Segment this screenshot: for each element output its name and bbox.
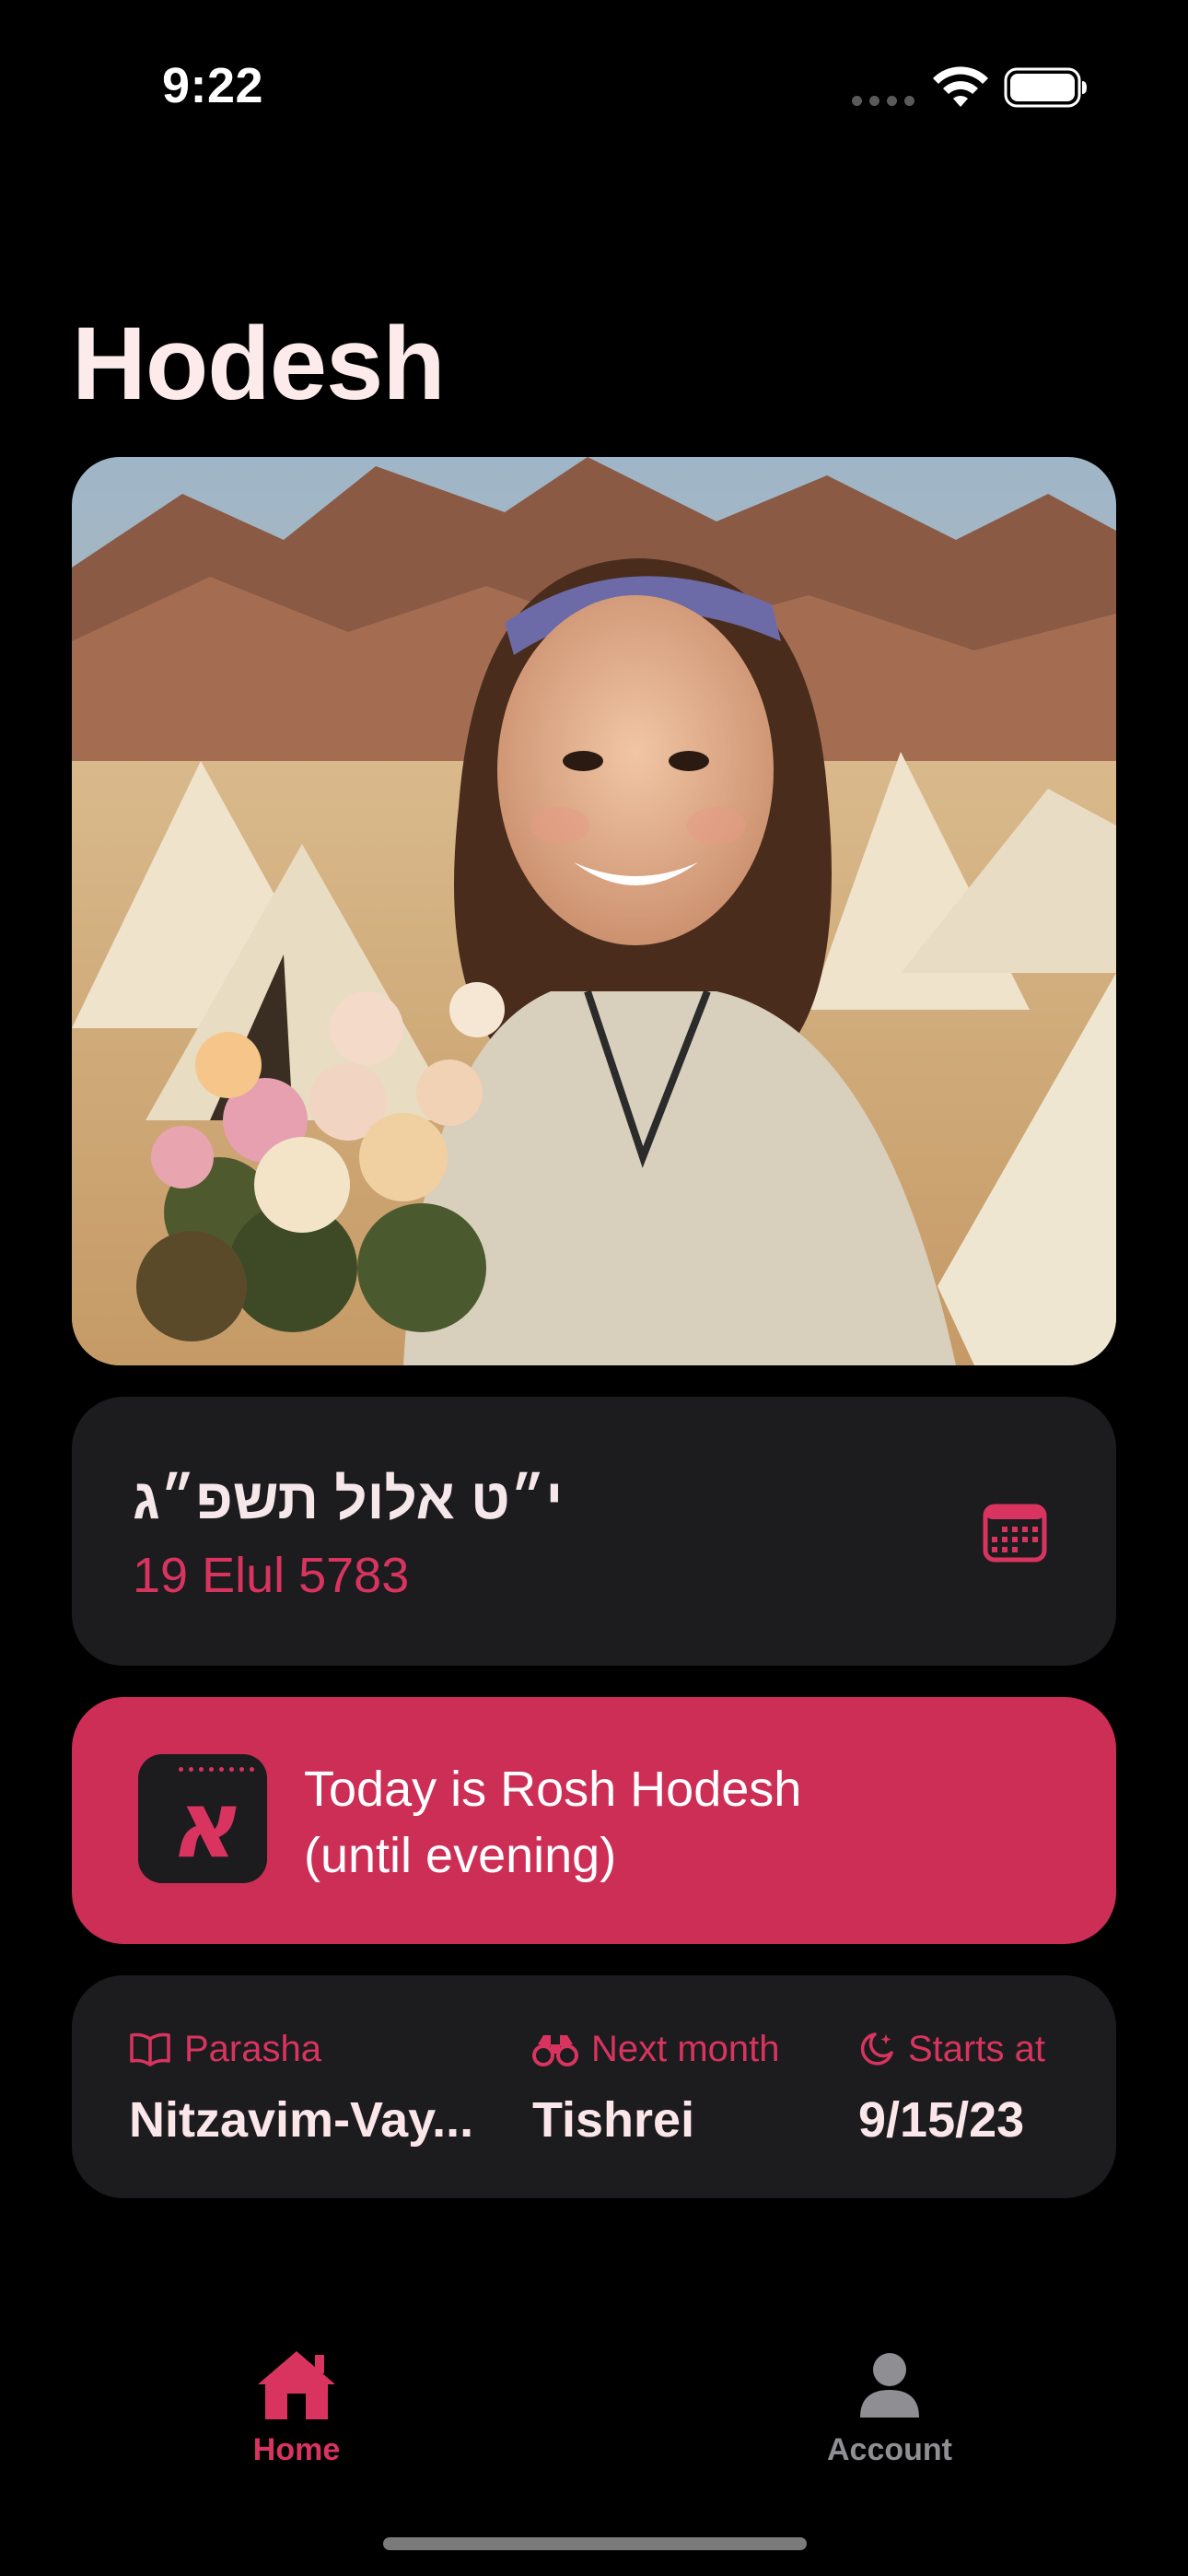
next-month-info: Next month Tishrei [532,2027,882,2149]
tab-home-label: Home [252,2432,341,2467]
battery-icon [1004,67,1087,108]
parasha-info: Parasha Nitzavim-Vay... [129,2027,562,2149]
starts-at-info: Starts at 9/15/23 [858,2027,1098,2149]
page-title: Hodesh [72,306,446,421]
starts-at-value: 9/15/23 [858,2092,1025,2148]
banner-line-2: (until evening) [304,1828,617,1883]
rosh-hodesh-banner[interactable]: א Today is Rosh Hodesh (until evening) [72,1697,1116,1944]
wifi-icon [933,66,988,107]
transliterated-date: 19 Elul 5783 [133,1548,410,1603]
book-icon [130,2032,170,2067]
person-icon [860,2353,919,2418]
status-time: 9:22 [162,58,264,113]
binoculars-icon [532,2035,578,2067]
starts-at-label: Starts at [908,2028,1045,2069]
next-month-label-row: Next month [532,2027,882,2071]
next-month-value: Tishrei [532,2092,695,2148]
screen: 9:22 Hodesh י״ט אלול תשפ״ג 19 Elul 5783 … [0,0,1188,2576]
tab-home[interactable]: Home [177,2348,416,2468]
status-bar: 9:22 [0,0,1188,175]
info-card: Parasha Nitzavim-Vay... Next month Tishr… [72,1975,1116,2198]
aleph-badge: א [138,1754,267,1883]
house-icon [258,2351,335,2419]
calendar-icon [983,1504,1047,1563]
parasha-label: Parasha [184,2028,321,2069]
home-indicator[interactable] [383,2537,807,2550]
banner-message: Today is Rosh Hodesh (until evening) [304,1756,1059,1889]
hebrew-date: י״ט אלול תשפ״ג [133,1468,564,1531]
parasha-label-row: Parasha [129,2027,562,2071]
moon-stars-icon [860,2032,893,2066]
calendar-button[interactable] [976,1494,1054,1572]
aleph-glyph: א [169,1771,237,1879]
banner-line-1: Today is Rosh Hodesh [304,1762,802,1817]
next-month-label: Next month [591,2028,780,2069]
cellular-signal-icon [852,96,914,106]
parasha-value: Nitzavim-Vay... [129,2092,474,2148]
hebrew-date-card: י״ט אלול תשפ״ג 19 Elul 5783 [72,1397,1116,1666]
tab-account-label: Account [827,2432,952,2467]
hero-photo [72,457,1116,1365]
starts-at-label-row: Starts at [858,2027,1098,2071]
tab-account[interactable]: Account [770,2348,1009,2468]
